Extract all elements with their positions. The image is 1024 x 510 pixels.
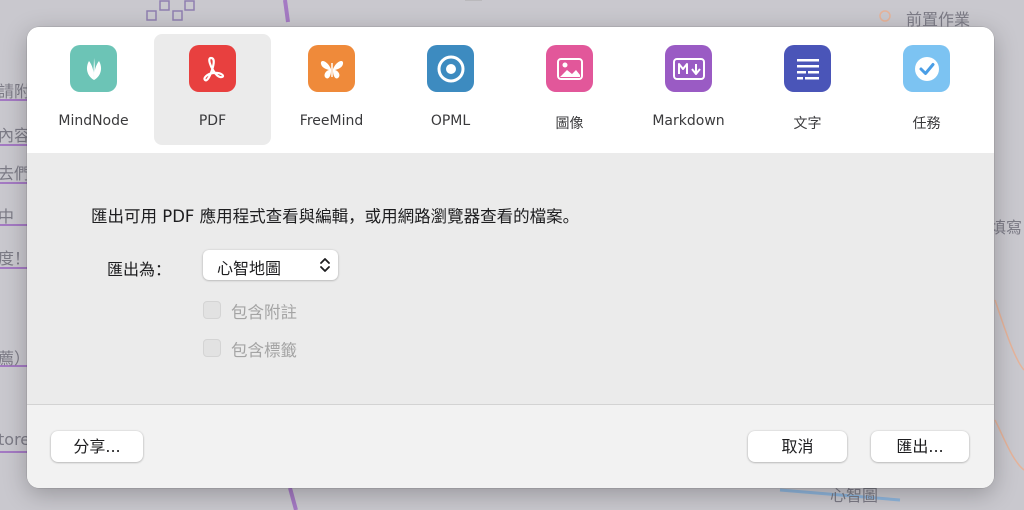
format-tab-markdown[interactable]: Markdown [630, 34, 747, 145]
format-label: 文字 [793, 116, 822, 132]
export-dialog: MindNode PDF FreeMind OPML 圖像 Markdown 文… [27, 27, 994, 488]
text-lines-icon [784, 45, 831, 92]
format-tab-text[interactable]: 文字 [749, 34, 866, 145]
image-icon [546, 45, 593, 92]
background-node: 去們 [0, 164, 31, 183]
format-label: OPML [430, 113, 471, 129]
export-as-value: 心智地圖 [217, 259, 282, 278]
export-as-popup[interactable]: 心智地圖 [203, 250, 338, 280]
background-node: 度！ [0, 249, 31, 268]
dialog-footer [27, 405, 994, 488]
include-tags-checkbox [203, 339, 221, 357]
include-tags-label: 包含標籤 [231, 341, 297, 360]
format-toolbar: MindNode PDF FreeMind OPML 圖像 Markdown 文… [27, 27, 994, 153]
background-node: 填寫 [990, 218, 1023, 237]
background-node: 薦） [0, 349, 31, 368]
butterfly-icon [308, 45, 355, 92]
cancel-button[interactable]: 取消 [748, 431, 847, 462]
include-notes-label: 包含附註 [231, 303, 297, 322]
format-label: FreeMind [299, 113, 364, 129]
checkmark-icon [903, 45, 950, 92]
background-node: 請附 [0, 82, 31, 101]
chevron-updown-icon [320, 258, 330, 272]
format-tab-opml[interactable]: OPML [392, 34, 509, 145]
format-tab-mindnode[interactable]: MindNode [35, 34, 152, 145]
background-node: tore [0, 430, 31, 449]
export-button[interactable]: 匯出... [871, 431, 969, 462]
format-tab-tasks[interactable]: 任務 [868, 34, 985, 145]
pdf-icon [189, 45, 236, 92]
share-button[interactable]: 分享... [51, 431, 143, 462]
format-tab-freemind[interactable]: FreeMind [273, 34, 390, 145]
include-notes-checkbox [203, 301, 221, 319]
format-description: 匯出可用 PDF 應用程式查看與編輯，或用網路瀏覽器查看的檔案。 [91, 207, 580, 226]
background-node: 內容 [0, 126, 31, 145]
mindnode-leaf-icon [70, 45, 117, 92]
format-label: MindNode [58, 113, 129, 129]
markdown-icon [665, 45, 712, 92]
export-as-label: 匯出為： [107, 260, 172, 279]
format-label: 圖像 [555, 116, 584, 132]
format-label: Markdown [652, 113, 725, 129]
format-label: 任務 [912, 116, 941, 132]
format-tab-pdf[interactable]: PDF [154, 34, 271, 145]
format-tab-image[interactable]: 圖像 [511, 34, 628, 145]
format-label: PDF [198, 113, 227, 129]
opml-target-icon [427, 45, 474, 92]
background-node: 中 [0, 207, 15, 226]
